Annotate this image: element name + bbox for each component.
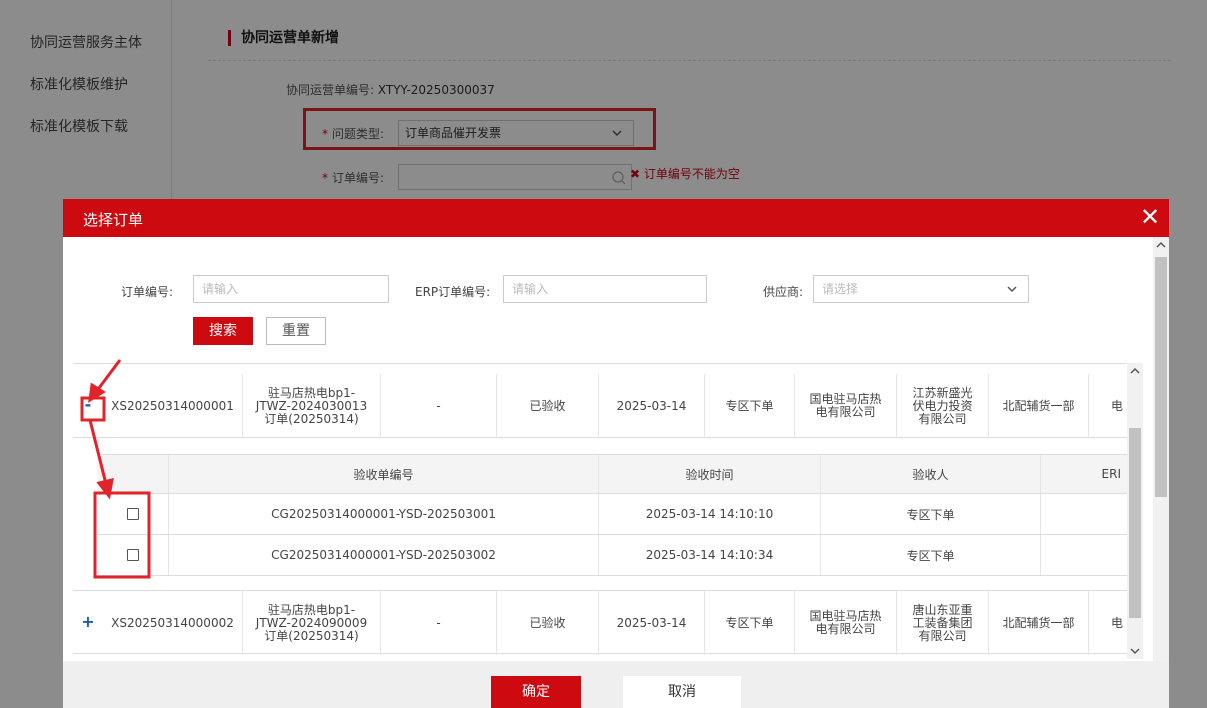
supplier-line: 有限公司: [918, 411, 967, 426]
supplier-line: 江苏新盛光: [912, 385, 973, 400]
filter-order-no-label: 订单编号:: [121, 285, 174, 299]
select-order-modal: 选择订单 ✕ 订单编号: 请输入 ERP订单编号: 请输入 供应商: 请选择 搜…: [63, 199, 1169, 708]
receipt-time-cell: 2025-03-14 14:10:10: [599, 494, 821, 534]
header-erp: ERI: [1101, 467, 1121, 481]
order-name-line: JTWZ-2024090009: [255, 615, 368, 630]
date-cell: 2025-03-14: [599, 374, 705, 438]
extra-cell: 电: [1110, 398, 1123, 413]
order-name-cell: 驻马店热电bp1- JTWZ-2024030013 订单(20250314): [243, 374, 381, 438]
modal-body: 订单编号: 请输入 ERP订单编号: 请输入 供应商: 请选择 搜索 重置 - …: [63, 237, 1169, 661]
scroll-up-icon[interactable]: [1153, 237, 1169, 253]
receipt-row[interactable]: CG20250314000001-YSD-202503002 2025-03-1…: [97, 535, 1127, 576]
filter-supplier-placeholder: 请选择: [822, 282, 859, 296]
header-receiver: 验收人: [821, 455, 1041, 493]
order-name-line: 驻马店热电bp1-: [267, 385, 356, 400]
table-row[interactable]: - XS20250314000001 驻马店热电bp1- JTWZ-202403…: [73, 374, 1127, 438]
supplier-cell: 江苏新盛光 伏电力投资 有限公司: [897, 374, 989, 438]
supplier-line: 有限公司: [918, 628, 967, 643]
close-icon[interactable]: ✕: [1137, 203, 1163, 231]
confirm-button[interactable]: 确定: [491, 676, 581, 708]
header-receipt-time: 验收时间: [599, 455, 821, 493]
erp-cell: [1041, 494, 1127, 534]
expand-cell: -: [73, 374, 103, 438]
buyer-line: 电有限公司: [815, 405, 876, 419]
reset-button[interactable]: 重置: [266, 317, 326, 345]
buyer-cell: 国电驻马店热 电有限公司: [795, 374, 897, 438]
order-name-line: 订单(20250314): [264, 628, 359, 643]
checkbox-cell: [97, 535, 169, 575]
orders-table: - XS20250314000001 驻马店热电bp1- JTWZ-202403…: [73, 363, 1127, 659]
supplier-line: 唐山东亚重: [912, 602, 973, 617]
order-name-line: 订单(20250314): [264, 411, 359, 426]
dept-cell: 北配辅货一部: [989, 374, 1089, 438]
modal-scrollbar[interactable]: [1153, 237, 1169, 661]
table-scroll-thumb[interactable]: [1129, 428, 1141, 618]
filter-erp-no-input[interactable]: 请输入: [503, 275, 707, 303]
receipt-no-cell: CG20250314000001-YSD-202503001: [169, 494, 599, 534]
order-name-cell: 驻马店热电bp1- JTWZ-2024090009 订单(20250314): [243, 591, 381, 655]
erp-cell: [1041, 535, 1127, 575]
status-cell: 已验收: [497, 591, 599, 655]
modal-header: 选择订单 ✕: [63, 199, 1169, 237]
filter-order-no-input[interactable]: 请输入: [193, 275, 389, 303]
receipt-checkbox[interactable]: [126, 549, 139, 561]
supplier-line: 工装备集团: [912, 615, 973, 630]
receipts-subtable: 验收单编号 验收时间 验收人 ERI CG20250314000001-YSD-…: [97, 454, 1127, 576]
supplier-cell: 唐山东亚重 工装备集团 有限公司: [897, 591, 989, 655]
table-row[interactable]: + XS20250314000002 驻马店热电bp1- JTWZ-202409…: [73, 590, 1127, 655]
dept-cell: 北配辅货一部: [989, 591, 1089, 655]
header-receipt-no: 验收单编号: [169, 455, 599, 493]
scroll-up-icon[interactable]: [1127, 363, 1143, 379]
supplier-line: 伏电力投资: [912, 398, 973, 413]
extra-cell: 电: [1110, 615, 1123, 630]
filter-supplier-select[interactable]: 请选择: [813, 275, 1029, 303]
expand-toggle[interactable]: +: [80, 614, 96, 631]
header-checkbox-col: [97, 455, 169, 493]
receipt-time-cell: 2025-03-14 14:10:34: [599, 535, 821, 575]
expand-cell: +: [73, 591, 103, 655]
order-no-cell: XS20250314000001: [103, 374, 243, 438]
receipts-header: 验收单编号 验收时间 验收人 ERI: [97, 454, 1127, 494]
modal-footer: 确定 取消: [63, 661, 1169, 708]
order-name-line: 驻马店热电bp1-: [267, 602, 356, 617]
buyer-cell: 国电驻马店热 电有限公司: [795, 591, 897, 655]
filter-erp-no-label: ERP订单编号:: [415, 285, 491, 299]
receiver-cell: 专区下单: [821, 494, 1041, 534]
cancel-button[interactable]: 取消: [623, 676, 741, 708]
chevron-down-icon: [1006, 276, 1018, 311]
scroll-down-icon[interactable]: [1127, 643, 1143, 659]
order-name-line: JTWZ-2024030013: [255, 398, 368, 413]
receipt-no-cell: CG20250314000001-YSD-202503002: [169, 535, 599, 575]
modal-scroll-thumb[interactable]: [1155, 257, 1167, 497]
order-no-cell: XS20250314000002: [103, 591, 243, 655]
date-cell: 2025-03-14: [599, 591, 705, 655]
erp-no-cell: -: [381, 374, 497, 438]
collapse-toggle[interactable]: -: [80, 397, 96, 414]
search-button[interactable]: 搜索: [193, 317, 253, 345]
erp-no-cell: -: [381, 591, 497, 655]
channel-cell: 专区下单: [705, 374, 795, 438]
channel-cell: 专区下单: [705, 591, 795, 655]
filter-supplier-label: 供应商:: [763, 285, 804, 299]
modal-title: 选择订单: [83, 211, 144, 229]
receipt-row[interactable]: CG20250314000001-YSD-202503001 2025-03-1…: [97, 494, 1127, 535]
buyer-line: 电有限公司: [815, 622, 876, 636]
status-cell: 已验收: [497, 374, 599, 438]
checkbox-cell: [97, 494, 169, 534]
receiver-cell: 专区下单: [821, 535, 1041, 575]
table-scrollbar[interactable]: [1127, 363, 1143, 659]
receipt-checkbox[interactable]: [126, 508, 139, 520]
